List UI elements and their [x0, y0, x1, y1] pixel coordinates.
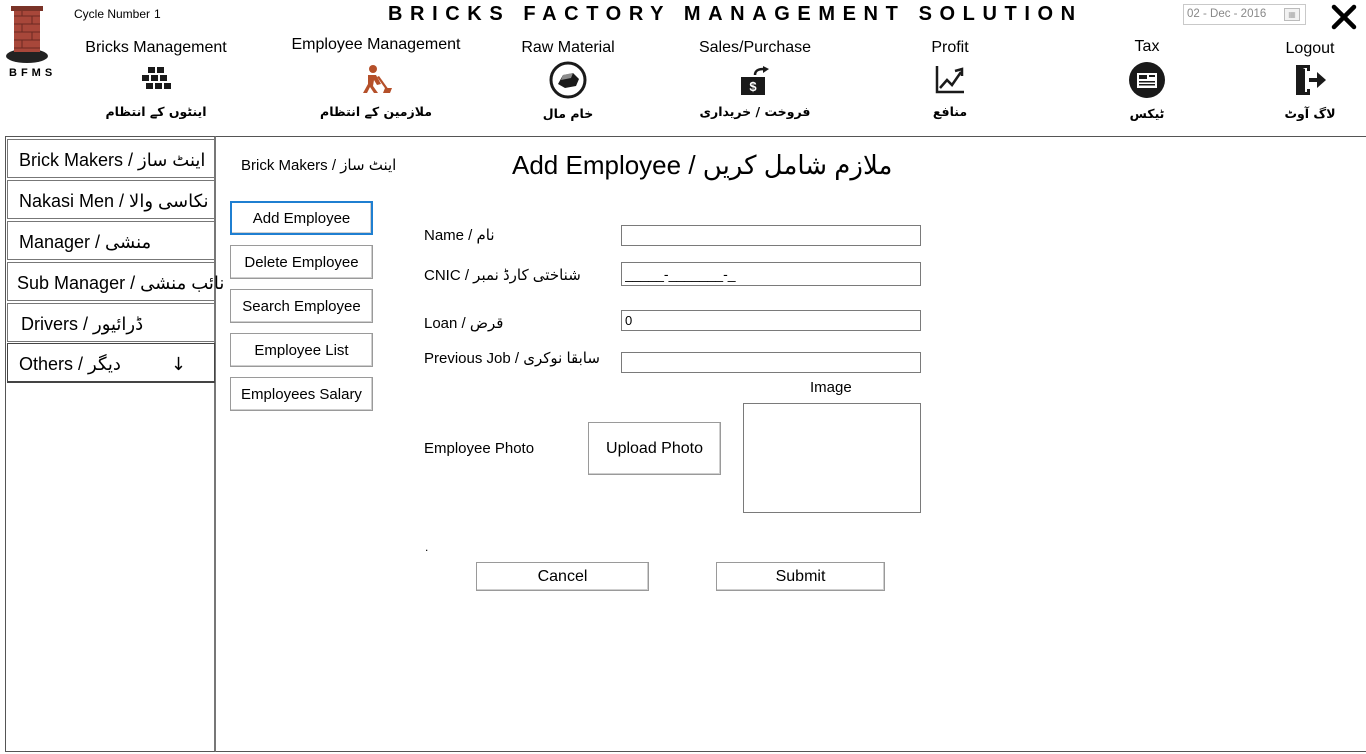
search-employee-button[interactable]: Search Employee [230, 289, 373, 323]
money-transfer-icon: $ [739, 66, 771, 101]
image-label: Image [810, 379, 852, 396]
nav-label: Bricks Management [85, 39, 227, 56]
nav-urdu-label: خام مال [542, 106, 594, 121]
nav-logout[interactable]: Logout لاگ آوٹ [1270, 0, 1350, 130]
nav-sales-purchase[interactable]: Sales/Purchase $ فروخت / خریداری [680, 0, 830, 130]
nav-urdu-label: اینٹوں کے انتظام [105, 104, 207, 119]
nav-urdu-label: ٹیکس [1129, 106, 1165, 121]
sidebar-item-label: Drivers / ڈرائیور [21, 314, 144, 334]
nav-label: Sales/Purchase [698, 39, 812, 56]
nav-label: Logout [1285, 40, 1335, 57]
nav-urdu-label: منافع [932, 104, 968, 119]
nav-bricks-management[interactable]: Bricks Management اینٹوں کے انتظام [80, 0, 232, 130]
tax-icon [1128, 61, 1166, 104]
nav-urdu-label: ملازمین کے انتظام [320, 104, 432, 119]
nav-label: Raw Material [521, 39, 615, 56]
profit-chart-icon [934, 64, 966, 99]
employee-image-preview [743, 403, 921, 513]
logout-icon [1292, 64, 1328, 101]
sidebar-item-label: Others / دیگر [19, 354, 121, 374]
header-bar: BFMS Cycle Number 1 BRICKS FACTORY MANAG… [0, 0, 1366, 136]
employee-photo-label: Employee Photo [424, 440, 535, 457]
date-value: 02 - Dec - 2016 [1187, 8, 1267, 20]
sidebar-item-label: Nakasi Men / نکاسی والا [19, 191, 209, 211]
previous-job-field[interactable] [621, 352, 921, 373]
delete-employee-button[interactable]: Delete Employee [230, 245, 373, 279]
svg-text:$: $ [749, 79, 757, 94]
raw-material-icon [549, 61, 587, 104]
cancel-button[interactable]: Cancel [476, 562, 649, 591]
name-field[interactable] [621, 225, 921, 246]
nav-tax[interactable]: Tax ٹیکس [1100, 0, 1194, 130]
sidebar: Brick Makers / اینٹ ساز Nakasi Men / نکا… [5, 136, 224, 752]
sidebar-item-others[interactable]: Others / دیگر ↓ [7, 343, 215, 383]
upload-photo-button[interactable]: Upload Photo [588, 422, 721, 475]
cnic-label: CNIC / شناختی کارڈ نمبر [424, 267, 581, 284]
employee-list-button[interactable]: Employee List [230, 333, 373, 367]
sidebar-item-sub-manager[interactable]: Sub Manager / نائب منشی [7, 262, 224, 301]
sidebar-item-label: Manager / منشی [19, 232, 152, 252]
nav-urdu-label: فروخت / خریداری [699, 104, 811, 119]
sidebar-item-brick-makers[interactable]: Brick Makers / اینٹ ساز [7, 139, 215, 178]
add-employee-button[interactable]: Add Employee [230, 201, 373, 235]
loan-label: Loan / قرض [424, 315, 504, 332]
nav-label: Profit [931, 39, 969, 56]
nav-employee-management[interactable]: Employee Management ملازمین کے انتظام [286, 0, 466, 130]
sidebar-item-manager[interactable]: Manager / منشی [7, 221, 215, 260]
worker-icon [359, 64, 393, 99]
submenu-title: Brick Makers / اینٹ ساز [241, 157, 397, 174]
dot-mark: . [425, 540, 429, 554]
previous-job-label: Previous Job / سابقا نوکری [424, 350, 600, 367]
nav-label: Employee Management [291, 36, 461, 53]
name-label: Name / نام [424, 227, 495, 244]
nav-profit[interactable]: Profit منافع [900, 0, 1000, 130]
nav-raw-material[interactable]: Raw Material خام مال [500, 0, 636, 130]
form-title: Add Employee / ملازم شامل کریں [512, 150, 893, 180]
bricks-icon [140, 66, 172, 95]
cnic-field[interactable] [621, 262, 921, 286]
sidebar-item-label: Sub Manager / نائب منشی [17, 273, 225, 293]
arrow-down-icon: ↓ [170, 354, 186, 375]
sidebar-item-drivers[interactable]: Drivers / ڈرائیور [7, 303, 215, 342]
sidebar-item-label: Brick Makers / اینٹ ساز [19, 150, 206, 170]
sidebar-item-nakasi-men[interactable]: Nakasi Men / نکاسی والا [7, 180, 215, 219]
submit-button[interactable]: Submit [716, 562, 885, 591]
loan-field[interactable] [621, 310, 921, 331]
nav-urdu-label: لاگ آوٹ [1284, 106, 1336, 121]
employees-salary-button[interactable]: Employees Salary [230, 377, 373, 411]
logo-text: BFMS [9, 67, 57, 79]
nav-label: Tax [1134, 38, 1160, 55]
bfms-logo [4, 4, 50, 64]
